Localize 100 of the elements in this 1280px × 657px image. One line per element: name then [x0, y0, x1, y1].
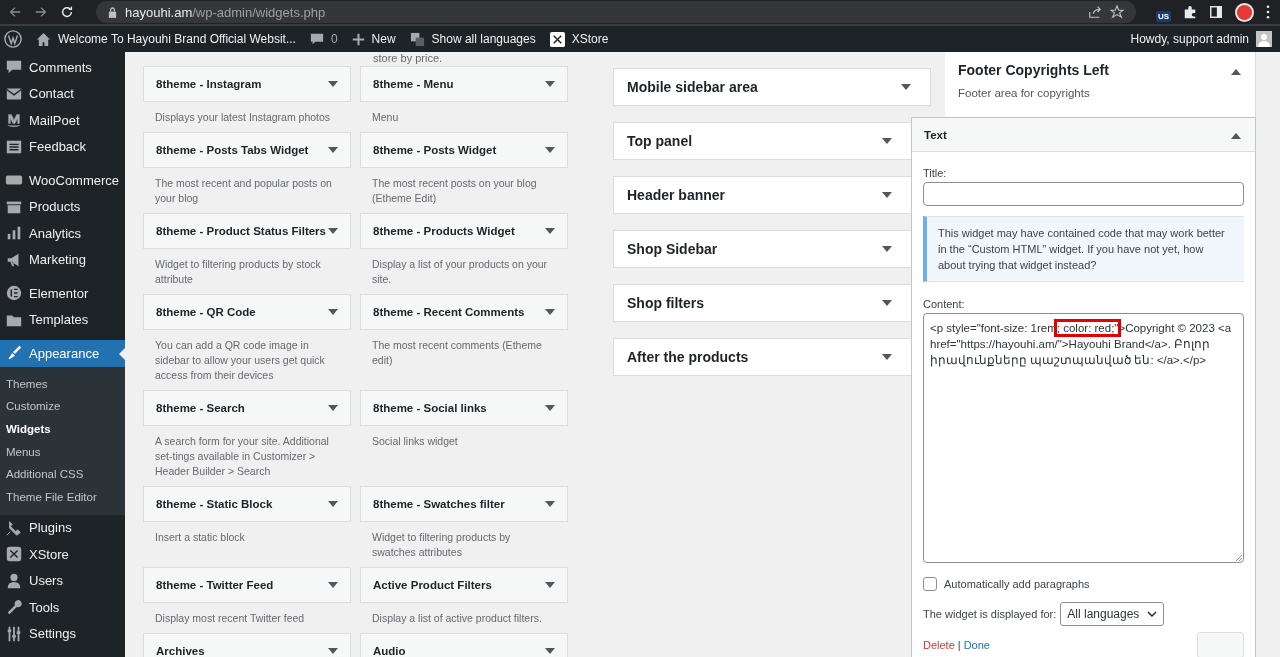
widget-description: Widget to filtering products by stock attribute: [154, 257, 322, 287]
widget-item[interactable]: 8theme - Posts Tabs Widget: [143, 132, 351, 168]
widget-area[interactable]: Shop filters: [613, 284, 911, 322]
sidebar-item[interactable]: Templates: [0, 306, 125, 333]
widget-item[interactable]: Audio: [360, 633, 568, 657]
submenu-item[interactable]: Widgets: [0, 417, 125, 441]
language-select[interactable]: All languages: [1060, 602, 1165, 626]
toggle-arrow-icon[interactable]: [882, 192, 892, 198]
dropdown-arrow-icon[interactable]: [545, 582, 555, 588]
sidebar-item[interactable]: Analytics: [0, 220, 125, 247]
sidebar-item[interactable]: Marketing: [0, 246, 125, 273]
dropdown-arrow-icon[interactable]: [545, 81, 555, 87]
theme-link[interactable]: XStore: [549, 31, 609, 47]
sidebar-item[interactable]: Tools: [0, 594, 125, 621]
sidebar-item[interactable]: MailPoet: [0, 107, 125, 134]
widget-header[interactable]: Text: [912, 118, 1255, 152]
widget-title: 8theme - Products Widget: [373, 225, 515, 237]
resize-grip-icon[interactable]: [1234, 553, 1242, 561]
sidebar-item[interactable]: Elementor: [0, 280, 125, 307]
comments-link[interactable]: 0: [309, 32, 338, 46]
sidebar-item[interactable]: Plugins: [0, 514, 125, 542]
widget-area[interactable]: Mobile sidebar area: [613, 68, 931, 106]
dropdown-arrow-icon[interactable]: [328, 501, 338, 507]
sidebar-item[interactable]: XStore: [0, 541, 125, 568]
side-panel-icon[interactable]: [1209, 5, 1223, 19]
dropdown-arrow-icon[interactable]: [328, 405, 338, 411]
dropdown-arrow-icon[interactable]: [545, 648, 555, 654]
dropdown-arrow-icon[interactable]: [545, 309, 555, 315]
dropdown-arrow-icon[interactable]: [545, 228, 555, 234]
widget-area[interactable]: Header banner: [613, 176, 911, 214]
sidebar-item[interactable]: Contact: [0, 80, 125, 107]
dropdown-arrow-icon[interactable]: [545, 147, 555, 153]
sidebar-item[interactable]: Users: [0, 567, 125, 595]
widget-item[interactable]: 8theme - Posts Widget: [360, 132, 568, 168]
dropdown-arrow-icon[interactable]: [328, 81, 338, 87]
star-icon[interactable]: [1109, 5, 1124, 19]
dropdown-arrow-icon[interactable]: [545, 405, 555, 411]
widget-item[interactable]: 8theme - Social links: [360, 390, 568, 426]
url-host: hayouhi.am: [125, 4, 193, 20]
languages-link[interactable]: Show all languages: [409, 31, 536, 47]
account-link[interactable]: Howdy, support admin: [1130, 31, 1272, 47]
widget-area-title: Mobile sidebar area: [627, 79, 758, 95]
done-link[interactable]: Done: [963, 639, 990, 651]
checkbox[interactable]: [923, 577, 937, 591]
widget-item[interactable]: 8theme - Search: [143, 390, 351, 426]
widget-area[interactable]: Top panel: [613, 122, 911, 160]
widget-item[interactable]: 8theme - Twitter Feed: [143, 567, 351, 603]
wordpress-logo-icon[interactable]: [4, 30, 22, 48]
widget-item[interactable]: Archives: [143, 633, 351, 657]
back-icon[interactable]: [8, 5, 22, 19]
delete-link[interactable]: Delete: [923, 639, 955, 651]
dropdown-arrow-icon[interactable]: [328, 309, 338, 315]
widget-area[interactable]: After the products: [613, 338, 911, 376]
widget-item[interactable]: 8theme - QR Code: [143, 294, 351, 330]
widget-item[interactable]: 8theme - Products Widget: [360, 213, 568, 249]
title-field[interactable]: [923, 182, 1244, 206]
widget-title: 8theme - Posts Widget: [373, 144, 497, 156]
home-icon: [36, 31, 51, 47]
widget-item[interactable]: 8theme - Instagram: [143, 66, 351, 102]
address-bar[interactable]: hayouhi.am/wp-admin/widgets.php: [96, 1, 1136, 23]
submenu-item[interactable]: Theme File Editor: [0, 485, 125, 509]
sidebar-item[interactable]: Products: [0, 193, 125, 220]
widget-item[interactable]: 8theme - Menu: [360, 66, 568, 102]
extension-badge[interactable]: US: [1155, 10, 1171, 22]
toggle-arrow-icon[interactable]: [1231, 132, 1241, 139]
toggle-arrow-icon[interactable]: [882, 138, 892, 144]
sidebar-item[interactable]: Feedback: [0, 133, 125, 160]
submenu-item[interactable]: Customize: [0, 395, 125, 418]
more-icon[interactable]: [1266, 5, 1270, 19]
widget-item[interactable]: Active Product Filters: [360, 567, 568, 603]
dropdown-arrow-icon[interactable]: [328, 648, 338, 654]
widget-area[interactable]: Shop Sidebar: [613, 230, 911, 268]
toggle-arrow-icon[interactable]: [882, 354, 892, 360]
share-icon[interactable]: [1087, 5, 1102, 19]
reload-icon[interactable]: [60, 5, 74, 19]
submenu-item[interactable]: Additional CSS: [0, 463, 125, 486]
toggle-arrow-icon[interactable]: [901, 84, 911, 90]
sidebar-item[interactable]: Appearance: [0, 340, 125, 367]
new-content-link[interactable]: New: [351, 32, 396, 46]
sidebar-item[interactable]: WooCommerce: [0, 167, 125, 194]
toggle-arrow-icon[interactable]: [882, 300, 892, 306]
site-name-link[interactable]: Welcome To Hayouhi Brand Official Websit...: [36, 31, 296, 47]
widget-item[interactable]: 8theme - Product Status Filters: [143, 213, 351, 249]
dropdown-arrow-icon[interactable]: [328, 228, 338, 234]
sidebar-item[interactable]: Comments: [0, 54, 125, 81]
puzzle-icon[interactable]: [1183, 5, 1197, 19]
forward-icon[interactable]: [34, 5, 48, 19]
dropdown-arrow-icon[interactable]: [328, 147, 338, 153]
widget-item[interactable]: 8theme - Static Block: [143, 486, 351, 522]
dropdown-arrow-icon[interactable]: [545, 501, 555, 507]
widget-item[interactable]: 8theme - Swatches filter: [360, 486, 568, 522]
profile-avatar[interactable]: [1235, 2, 1254, 22]
sidebar-item[interactable]: Settings: [0, 620, 125, 648]
toggle-arrow-icon[interactable]: [1231, 69, 1241, 75]
field-label: Content:: [923, 298, 966, 310]
widget-item[interactable]: 8theme - Recent Comments: [360, 294, 568, 330]
toggle-arrow-icon[interactable]: [882, 246, 892, 252]
submenu-item[interactable]: Themes: [0, 372, 125, 396]
dropdown-arrow-icon[interactable]: [328, 582, 338, 588]
submenu-item[interactable]: Menus: [0, 440, 125, 464]
